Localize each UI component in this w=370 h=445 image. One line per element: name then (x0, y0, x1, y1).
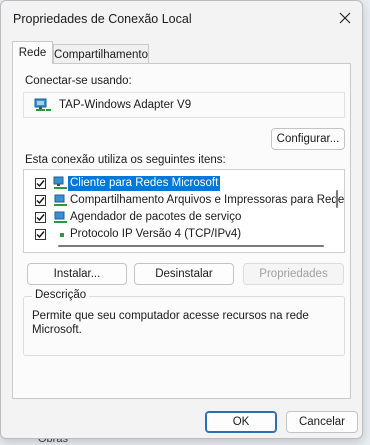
window-title: Propriedades de Conexão Local (13, 12, 192, 26)
cancel-button[interactable]: Cancelar (286, 411, 358, 433)
description-text: Permite que seu computador acesse recurs… (32, 310, 309, 336)
connect-using-label: Conectar-se usando: (25, 75, 132, 87)
network-service-icon (54, 211, 67, 223)
protocol-icon (60, 233, 64, 237)
close-icon (339, 12, 351, 24)
network-adapter-icon (34, 98, 51, 111)
items-label: Esta conexão utiliza os seguintes itens: (25, 154, 226, 166)
close-button[interactable] (330, 5, 360, 31)
configure-button[interactable]: Configurar... (271, 128, 345, 150)
network-client-icon (53, 176, 67, 189)
item-checkbox[interactable] (35, 212, 46, 223)
item-label: Agendador de pacotes de serviço (70, 211, 242, 223)
properties-dialog: Propriedades de Conexão Local Rede Compa… (0, 0, 363, 439)
item-checkbox[interactable] (35, 178, 46, 189)
items-list[interactable]: Cliente para Redes Microsoft Compartilha… (23, 169, 345, 253)
tab-rede[interactable]: Rede (12, 41, 53, 64)
checkmark-icon (36, 180, 45, 188)
checkmark-icon (36, 231, 45, 239)
uninstall-button[interactable]: Desinstalar (134, 263, 234, 285)
network-service-icon (54, 194, 67, 206)
item-checkbox[interactable] (35, 229, 46, 240)
tab-compartilhamento[interactable]: Compartilhamento (53, 44, 149, 64)
list-item[interactable]: Protocolo IP Versão 4 (TCP/IPv4) (24, 226, 324, 243)
item-label: Compartilhamento Arquivos e Impressoras … (70, 194, 345, 206)
list-item[interactable]: Cliente para Redes Microsoft (24, 175, 324, 192)
list-item[interactable]: Agendador de pacotes de serviço (24, 209, 324, 226)
item-label: Protocolo IP Versão 4 (TCP/IPv4) (70, 228, 242, 240)
horizontal-scrollbar[interactable] (58, 245, 324, 247)
install-button[interactable]: Instalar... (27, 263, 127, 285)
properties-button[interactable]: Propriedades (243, 263, 344, 285)
adapter-name: TAP-Windows Adapter V9 (59, 99, 192, 111)
item-label: Cliente para Redes Microsoft (68, 176, 221, 191)
list-item[interactable]: Compartilhamento Arquivos e Impressoras … (24, 192, 344, 209)
title-bar[interactable]: Propriedades de Conexão Local (1, 1, 362, 37)
item-checkbox[interactable] (35, 195, 46, 206)
description-title: Descrição (32, 289, 90, 301)
vertical-scrollbar[interactable] (336, 190, 338, 208)
ok-button[interactable]: OK (205, 411, 277, 433)
adapter-box: TAP-Windows Adapter V9 (23, 92, 345, 118)
checkmark-icon (36, 214, 45, 222)
checkmark-icon (36, 197, 45, 205)
description-group: Descrição Permite que seu computador ace… (23, 289, 345, 356)
